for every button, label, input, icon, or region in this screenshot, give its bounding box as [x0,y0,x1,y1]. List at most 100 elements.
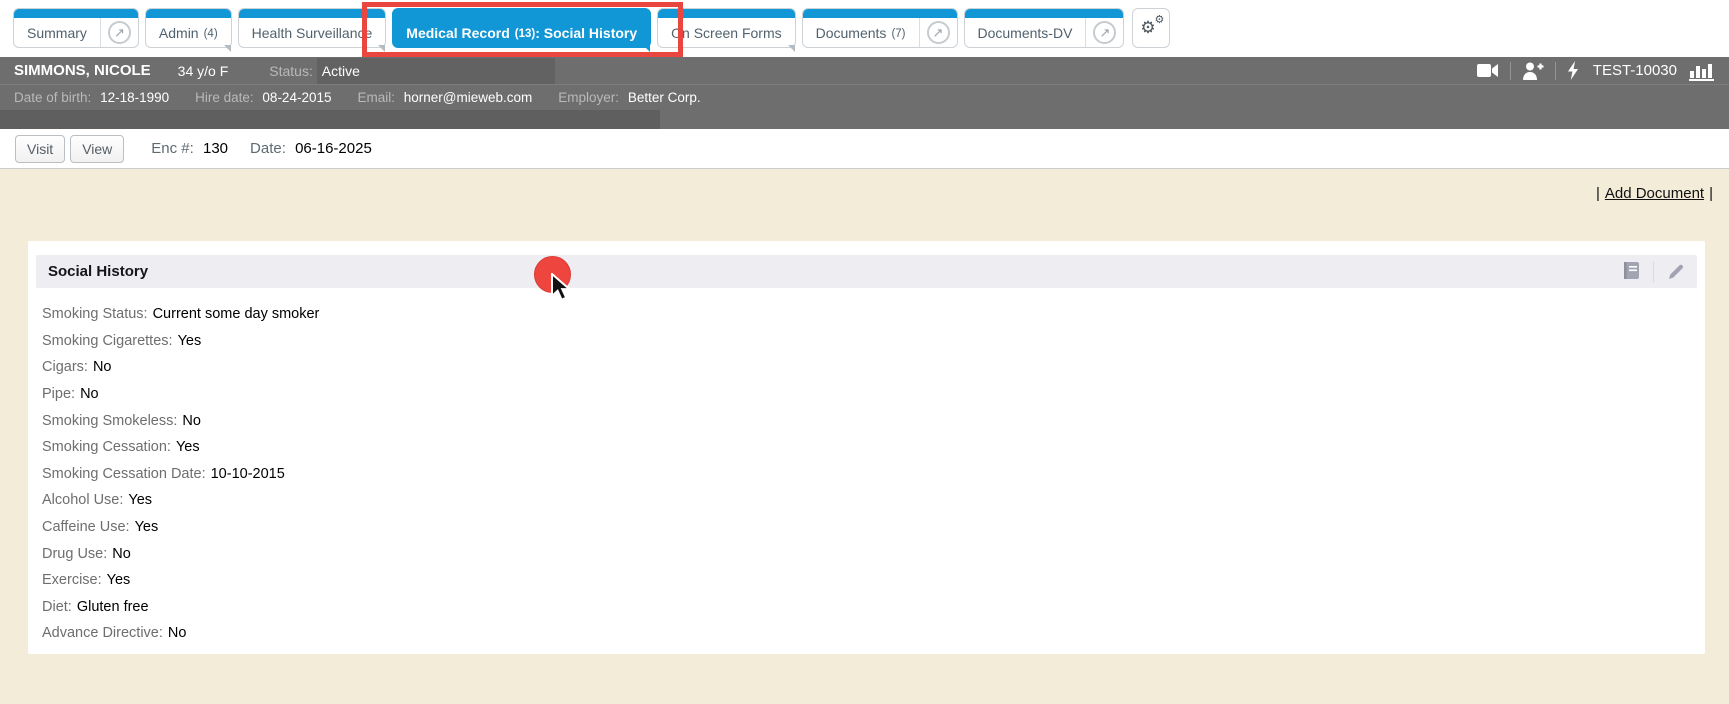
patient-banner-row2: Date of birth: 12-18-1990 Hire date: 08-… [0,84,1729,110]
tab-documents[interactable]: Documents (7) ↗ [801,8,958,48]
tab-admin[interactable]: Admin (4) [144,8,232,52]
cursor-icon [551,271,575,308]
tab-settings-button[interactable]: ⚙ ⚙ [1132,8,1171,48]
tab-count: (7) [891,27,906,40]
edit-pencil-icon[interactable] [1667,263,1685,281]
social-history-value: No [182,412,201,429]
external-link-icon: ↗ [1093,21,1117,44]
enc-number-value: 130 [203,140,229,157]
social-history-label: Exercise: [42,572,102,589]
dob-label: Date of birth: [14,90,92,105]
add-person-icon[interactable] [1522,62,1544,80]
social-history-value: Current some day smoker [152,306,320,323]
tab-label: Medical Record [406,24,510,41]
employer-value: Better Corp. [627,90,701,105]
chart-id: TEST-10030 [1592,62,1677,79]
social-history-row: Smoking Cessation: Yes [42,434,1691,461]
tab-count: (4) [203,27,218,40]
social-history-row: Cigars: No [42,354,1691,381]
tab-medical-record-active[interactable]: Medical Record (13) : Social History [362,2,684,57]
enc-date-label: Date: [250,140,286,157]
visit-button[interactable]: Visit [15,134,66,163]
social-history-row: Smoking Status: Current some day smoker [42,301,1691,328]
bar-chart-icon[interactable] [1689,61,1715,81]
chevron-fold-icon [787,45,795,52]
tab-health-surveillance[interactable]: Health Surveillance [237,8,387,52]
status-label: Status: [269,62,313,79]
tab-summary-popout[interactable]: ↗ [99,9,138,47]
encounter-bar: Visit View Enc #: 130 Date: 06-16-2025 [0,129,1729,169]
social-history-header: Social History [36,255,1697,288]
patient-age-sex: 34 y/o F [177,62,229,79]
social-history-value: No [167,625,187,642]
tab-label: On Screen Forms [671,24,782,41]
content-area: | Add Document | Social History Smoking St… [0,169,1729,704]
add-document-link[interactable]: Add Document [1605,185,1704,202]
social-history-row: Exercise: Yes [42,567,1691,594]
social-history-value: No [112,545,131,562]
email-value: horner@mieweb.com [403,90,533,105]
tab-documents-dv-popout[interactable]: ↗ [1085,9,1123,47]
tab-documents-dv[interactable]: Documents-DV ↗ [963,8,1125,48]
social-history-label: Smoking Cessation Date: [42,465,206,482]
social-history-row: Smoking Smokeless: No [42,407,1691,434]
banner-sub-strip [0,110,660,129]
tab-label: Admin [158,24,199,41]
employer-label: Employer: [558,90,620,105]
video-camera-icon[interactable] [1476,63,1499,78]
tab-documents-popout[interactable]: ↗ [918,9,957,47]
social-history-label: Advance Directive: [42,625,163,642]
notes-icon[interactable] [1623,262,1640,281]
social-history-value: Yes [106,572,131,589]
social-history-list: Smoking Status: Current some day smoker … [28,288,1705,660]
social-history-row: Pipe: No [42,381,1691,408]
divider [1509,61,1511,80]
external-link-icon: ↗ [107,21,131,44]
social-history-row: Diet: Gluten free [42,594,1691,621]
tab-label: Health Surveillance [251,24,373,41]
social-history-value: 10-10-2015 [210,465,285,482]
enc-number-label: Enc #: [151,140,194,157]
social-history-value: Yes [175,439,200,456]
social-history-value: Yes [128,492,153,509]
pipe: | [1595,185,1600,202]
gear-icon: ⚙ [1140,18,1156,37]
social-history-label: Pipe: [42,386,76,403]
chevron-fold-icon [643,45,651,52]
card-title: Social History [48,263,149,280]
social-history-value: No [92,359,112,376]
dob-value: 12-18-1990 [100,90,170,105]
social-history-label: Caffeine Use: [42,519,130,536]
gear-icon: ⚙ [1154,14,1165,26]
tab-label: Documents-DV [977,24,1073,41]
patient-banner-row1: SIMMONS, NICOLE 34 y/o F Status: Active … [0,57,1729,84]
chevron-fold-icon [223,45,231,52]
social-history-value: Yes [134,519,159,536]
social-history-row: Smoking Cigarettes: Yes [42,328,1691,355]
social-history-label: Cigars: [42,359,88,376]
chevron-fold-icon [378,45,386,52]
view-button[interactable]: View [70,134,125,163]
social-history-label: Smoking Status: [42,306,148,323]
tab-on-screen-forms[interactable]: On Screen Forms [657,8,796,52]
social-history-row: Alcohol Use: Yes [42,487,1691,514]
social-history-label: Diet: [42,598,72,615]
enc-date-value: 06-16-2025 [295,140,372,157]
social-history-row: Caffeine Use: Yes [42,514,1691,541]
add-document-bar: | Add Document | [1596,185,1713,202]
tab-label: Documents [815,24,887,41]
social-history-label: Smoking Cigarettes: [42,332,173,349]
status-value: Active [321,62,360,79]
patient-banner: SIMMONS, NICOLE 34 y/o F Status: Active … [0,57,1729,129]
tab-count: (13) [514,27,536,40]
social-history-card: Social History Smoking Status: Current s… [28,241,1705,654]
lightning-icon[interactable] [1567,61,1579,80]
tab-bar: Summary ↗ Admin (4) Health Surveillance … [0,0,1729,57]
social-history-value: Yes [177,332,202,349]
tab-summary[interactable]: Summary ↗ [13,8,139,48]
patient-name: SIMMONS, NICOLE [14,62,151,79]
social-history-row: Smoking Cessation Date: 10-10-2015 [42,461,1691,488]
social-history-label: Drug Use: [42,545,108,562]
social-history-row: Advance Directive: No [42,620,1691,647]
social-history-label: Smoking Smokeless: [42,412,178,429]
